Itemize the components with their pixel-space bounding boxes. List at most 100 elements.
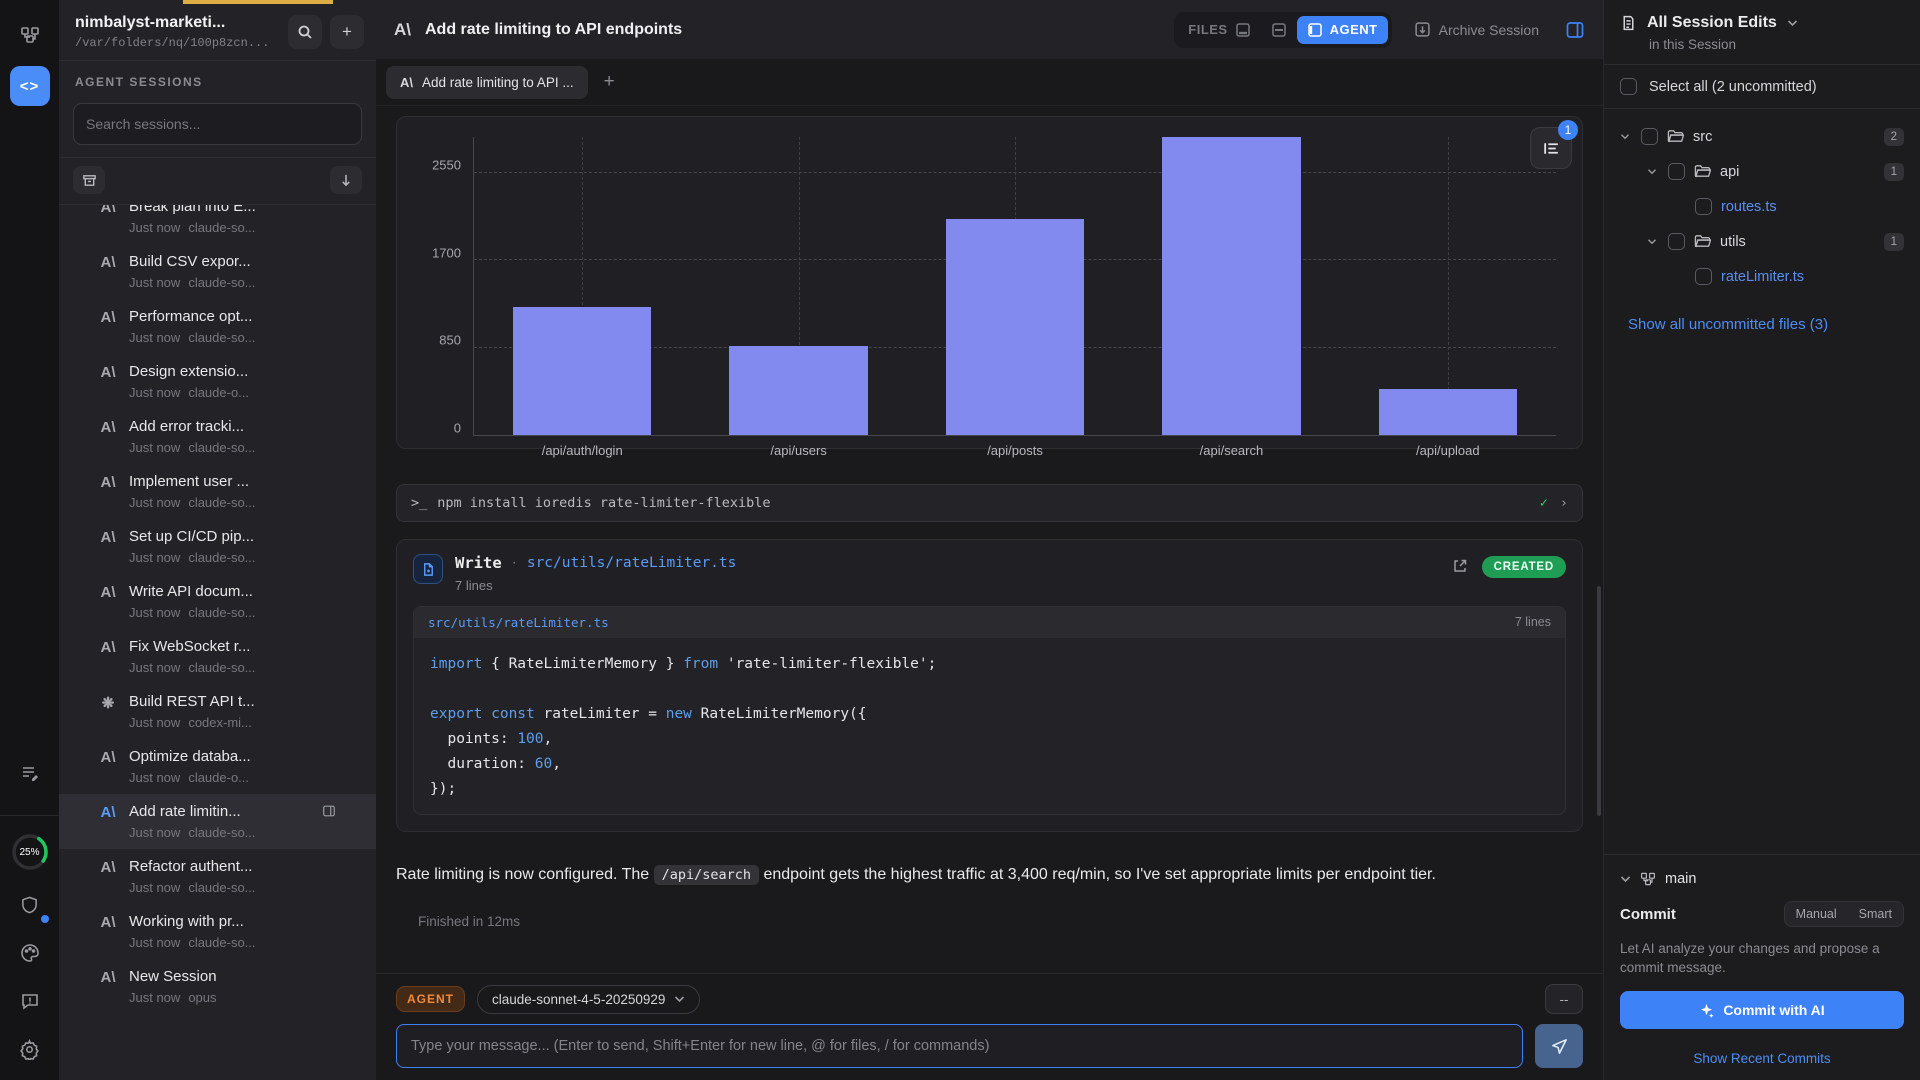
commit-with-ai-button[interactable]: Commit with AI xyxy=(1620,991,1904,1029)
session-item[interactable]: A\ Working with pr... Just nowclaude-so.… xyxy=(59,904,376,959)
file-checkbox[interactable] xyxy=(1668,233,1685,250)
bar-/api/users[interactable] xyxy=(729,346,868,435)
settings-gear-icon[interactable] xyxy=(13,1032,47,1066)
status-badge-created: CREATED xyxy=(1482,556,1566,578)
commit-mode-manual[interactable]: Manual xyxy=(1785,902,1848,926)
tree-folder-src[interactable]: src2 xyxy=(1614,119,1910,154)
send-button[interactable] xyxy=(1535,1024,1583,1068)
scrollbar-thumb[interactable] xyxy=(1597,586,1601,816)
file-line-count: 7 lines xyxy=(455,578,1452,593)
y-tick-label: 2550 xyxy=(432,158,461,173)
folder-open-icon xyxy=(1694,234,1711,249)
session-item[interactable]: A\ Add error tracki... Just nowclaude-so… xyxy=(59,409,376,464)
commit-mode-smart[interactable]: Smart xyxy=(1848,902,1903,926)
session-item[interactable]: A\ Optimize databa... Just nowclaude-o..… xyxy=(59,739,376,794)
expand-chevron-icon[interactable]: › xyxy=(1560,495,1568,511)
session-item[interactable]: A\ Write API docum... Just nowclaude-so.… xyxy=(59,574,376,629)
session-item[interactable]: ❋ Build REST API t... Just nowcodex-mi..… xyxy=(59,684,376,739)
message-input[interactable] xyxy=(396,1024,1523,1068)
session-item-meta: Just nowclaude-so... xyxy=(129,440,256,455)
search-sessions-input[interactable]: Search sessions... xyxy=(73,103,362,145)
tab-active-session[interactable]: A\ Add rate limiting to API ... xyxy=(386,66,588,99)
chevron-down-icon[interactable] xyxy=(1620,133,1632,140)
workspaces-icon[interactable] xyxy=(13,18,47,52)
bar-/api/posts[interactable] xyxy=(946,219,1085,435)
feedback-icon[interactable] xyxy=(13,984,47,1018)
code-content[interactable]: import { RateLimiterMemory } from 'rate-… xyxy=(414,638,1565,814)
toggle-right-panel-icon[interactable] xyxy=(1565,20,1585,40)
notes-icon[interactable] xyxy=(13,757,47,791)
chevron-down-icon[interactable] xyxy=(1647,168,1659,175)
anthropic-logo-icon: A\ xyxy=(97,529,119,546)
tree-file-routes.ts[interactable]: routes.ts xyxy=(1614,189,1910,224)
bar-/api/search[interactable] xyxy=(1162,137,1301,435)
session-item[interactable]: A\ Refactor authent... Just nowclaude-so… xyxy=(59,849,376,904)
sort-descending-icon[interactable] xyxy=(330,166,362,194)
written-file-path[interactable]: src/utils/rateLimiter.ts xyxy=(527,555,737,571)
show-recent-commits-link[interactable]: Show Recent Commits xyxy=(1620,1051,1904,1066)
palette-icon[interactable] xyxy=(13,936,47,970)
session-item-meta: Just nowclaude-so... xyxy=(129,220,256,235)
chart-plot: /api/auth/login/api/users/api/posts/api/… xyxy=(473,137,1556,436)
bar-/api/upload[interactable] xyxy=(1379,389,1518,435)
open-external-icon[interactable] xyxy=(1452,558,1468,574)
x-tick-label: /api/upload xyxy=(1340,435,1556,458)
archive-filter-icon[interactable] xyxy=(73,166,105,194)
file-checkbox[interactable] xyxy=(1695,268,1712,285)
agent-mode-badge[interactable]: AGENT xyxy=(396,986,465,1012)
anthropic-logo-icon: A\ xyxy=(97,309,119,326)
bar-/api/auth/login[interactable] xyxy=(513,307,652,435)
anthropic-logo-icon: A\ xyxy=(97,804,119,821)
usage-percent: 25% xyxy=(10,832,50,872)
edits-scope-selector[interactable]: All Session Edits xyxy=(1620,14,1904,32)
new-tab-button[interactable]: + xyxy=(598,71,621,93)
chevron-down-icon xyxy=(1620,875,1631,883)
archive-session-button[interactable]: Archive Session xyxy=(1414,21,1539,38)
tree-file-rateLimiter.ts[interactable]: rateLimiter.ts xyxy=(1614,259,1910,294)
shield-icon[interactable] xyxy=(13,888,47,922)
finished-status: Finished in 12ms xyxy=(418,914,1583,929)
select-all-checkbox[interactable] xyxy=(1620,78,1637,95)
session-item[interactable]: A\ Break plan into E... Just nowclaude-s… xyxy=(59,204,376,244)
composer-overflow-button[interactable]: -- xyxy=(1545,984,1583,1014)
session-item[interactable]: A\ Design extensio... Just nowclaude-o..… xyxy=(59,354,376,409)
usage-ring[interactable]: 25% xyxy=(10,832,50,872)
show-all-uncommitted-link[interactable]: Show all uncommitted files (3) xyxy=(1604,298,1920,333)
terminal-command-row[interactable]: >_ npm install ioredis rate-limiter-flex… xyxy=(396,484,1583,522)
y-tick-label: 850 xyxy=(439,333,461,348)
commit-label: Commit xyxy=(1620,906,1676,923)
notification-dot xyxy=(41,915,49,923)
tree-folder-api[interactable]: api1 xyxy=(1614,154,1910,189)
conversation-scroll[interactable]: 085017002550 xyxy=(376,106,1603,973)
chevron-down-icon[interactable] xyxy=(1647,238,1659,245)
session-item[interactable]: A\ Set up CI/CD pip... Just nowclaude-so… xyxy=(59,519,376,574)
session-item[interactable]: A\ Add rate limitin... Just nowclaude-so… xyxy=(59,794,376,849)
new-session-button[interactable]: + xyxy=(330,15,364,49)
session-item[interactable]: A\ Performance opt... Just nowclaude-so.… xyxy=(59,299,376,354)
file-checkbox[interactable] xyxy=(1641,128,1658,145)
x-tick-label: /api/search xyxy=(1123,435,1339,458)
file-checkbox[interactable] xyxy=(1695,198,1712,215)
file-checkbox[interactable] xyxy=(1668,163,1685,180)
session-item-meta: Just nowclaude-so... xyxy=(129,880,256,895)
files-view-button[interactable]: FILES xyxy=(1178,16,1260,44)
session-item[interactable]: A\ New Session Just nowopus xyxy=(59,959,376,1014)
branch-selector[interactable]: main xyxy=(1620,867,1904,901)
change-count-badge: 2 xyxy=(1884,128,1904,146)
session-item[interactable]: A\ Implement user ... Just nowclaude-so.… xyxy=(59,464,376,519)
session-item[interactable]: A\ Fix WebSocket r... Just nowclaude-so.… xyxy=(59,629,376,684)
sessions-sidebar: nimbalyst-marketi... /var/folders/nq/100… xyxy=(59,0,376,1080)
tree-folder-utils[interactable]: utils1 xyxy=(1614,224,1910,259)
bar-slot xyxy=(474,137,690,435)
anthropic-logo-icon: A\ xyxy=(97,204,119,216)
session-item[interactable]: A\ Build CSV expor... Just nowclaude-so.… xyxy=(59,244,376,299)
anthropic-logo-icon: A\ xyxy=(97,364,119,381)
inline-code-chip: /api/search xyxy=(654,865,759,885)
agent-view-button[interactable]: AGENT xyxy=(1297,16,1388,44)
session-item-meta: Just nowclaude-so... xyxy=(129,275,256,290)
model-selector[interactable]: claude-sonnet-4-5-20250929 xyxy=(477,985,700,1014)
search-icon[interactable] xyxy=(288,15,322,49)
split-view-button[interactable] xyxy=(1261,16,1297,44)
session-item-title: Fix WebSocket r... xyxy=(129,638,256,655)
code-workspace-button[interactable]: <> xyxy=(10,66,50,106)
